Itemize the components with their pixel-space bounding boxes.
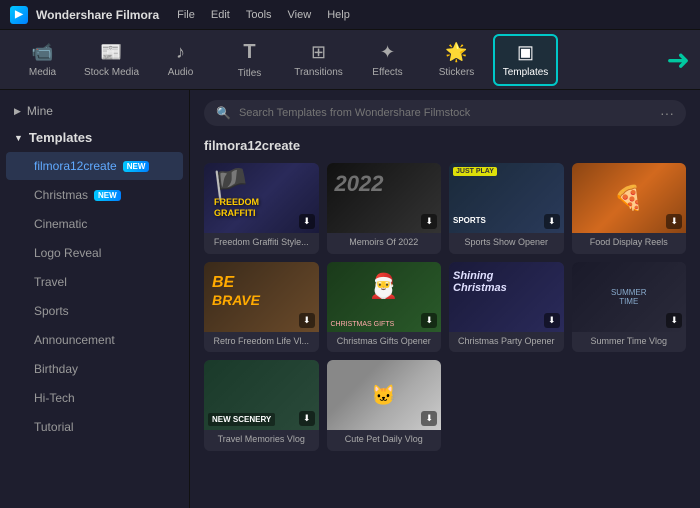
download-icon[interactable]: ⬇ (299, 313, 315, 328)
card-label-christmas-gifts: Christmas Gifts Opener (327, 332, 442, 353)
download-icon[interactable]: ⬇ (299, 411, 315, 426)
stock-media-icon: 📰 (100, 42, 122, 63)
sidebar-item-filmora12create[interactable]: filmora12create NEW (6, 152, 183, 180)
audio-icon: ♪ (176, 42, 185, 63)
tool-stickers[interactable]: 🌟 Stickers (424, 34, 489, 86)
sidebar-item-christmas[interactable]: Christmas NEW (6, 181, 183, 209)
template-card-retro[interactable]: BE BRAVE ⬇ Retro Freedom Life Vl... (204, 262, 319, 353)
download-icon[interactable]: ⬇ (421, 214, 437, 229)
badge-new-filmora12: NEW (123, 161, 150, 172)
transitions-icon: ⊞ (311, 42, 326, 63)
xmas-party-text: ShiningChristmas (453, 270, 507, 294)
sidebar-item-birthday[interactable]: Birthday (6, 355, 183, 383)
download-icon[interactable]: ⬇ (544, 214, 560, 229)
search-bar[interactable]: 🔍 ··· (204, 100, 686, 126)
sidebar-item-sports[interactable]: Sports (6, 297, 183, 325)
stickers-icon: 🌟 (445, 42, 467, 63)
menu-view[interactable]: View (288, 9, 312, 21)
download-icon[interactable]: ⬇ (544, 313, 560, 328)
card-label-food: Food Display Reels (572, 233, 687, 254)
just-play-badge: JUST PLAY (453, 167, 497, 176)
sidebar-item-hi-tech[interactable]: Hi-Tech (6, 384, 183, 412)
tool-templates[interactable]: ▣ Templates (493, 34, 558, 86)
template-card-christmas-gifts[interactable]: 🎅 CHRISTMAS GIFTS ⬇ Christmas Gifts Open… (327, 262, 442, 353)
summer-text: SUMMERTIME (611, 288, 647, 306)
template-card-freedom[interactable]: 🏴 FREEDOMGRAFFITI ⬇ Freedom Graffiti Sty… (204, 163, 319, 254)
template-grid: 🏴 FREEDOMGRAFFITI ⬇ Freedom Graffiti Sty… (204, 163, 686, 451)
card-label-christmas-party: Christmas Party Opener (449, 332, 564, 353)
content-area: 🔍 ··· filmora12create 🏴 FREEDOMGRAFFITI … (190, 90, 700, 508)
card-label-memoirs: Memoirs Of 2022 (327, 233, 442, 254)
titles-icon: T (243, 41, 255, 64)
section-title: filmora12create (204, 138, 686, 153)
tool-audio[interactable]: ♪ Audio (148, 34, 213, 86)
download-icon[interactable]: ⬇ (666, 313, 682, 328)
search-input[interactable] (239, 107, 652, 119)
template-card-christmas-party[interactable]: ShiningChristmas ⬇ Christmas Party Opene… (449, 262, 564, 353)
template-card-travel[interactable]: NEW SCENERY ⬇ Travel Memories Vlog (204, 360, 319, 451)
download-icon[interactable]: ⬇ (666, 214, 682, 229)
template-card-summer[interactable]: SUMMERTIME ⬇ Summer Time Vlog (572, 262, 687, 353)
download-icon[interactable]: ⬇ (421, 313, 437, 328)
card-label-sports: Sports Show Opener (449, 233, 564, 254)
sidebar: ▶ Mine ▼ Templates filmora12create NEW C… (0, 90, 190, 508)
memoirs-year-text: 2022 (335, 171, 384, 197)
menu-file[interactable]: File (177, 9, 195, 21)
toolbar: 📹 Media 📰 Stock Media ♪ Audio T Titles ⊞… (0, 30, 700, 90)
template-card-memoirs[interactable]: 2022 ⬇ Memoirs Of 2022 (327, 163, 442, 254)
card-label-travel: Travel Memories Vlog (204, 430, 319, 451)
tool-effects[interactable]: ✦ Effects (355, 34, 420, 86)
template-card-food[interactable]: 🍕 ⬇ Food Display Reels (572, 163, 687, 254)
sidebar-item-cinematic[interactable]: Cinematic (6, 210, 183, 238)
templates-icon: ▣ (517, 42, 534, 63)
titlebar: ▶ Wondershare Filmora File Edit Tools Vi… (0, 0, 700, 30)
card-label-retro: Retro Freedom Life Vl... (204, 332, 319, 353)
more-options-icon[interactable]: ··· (660, 105, 674, 121)
menu-help[interactable]: Help (327, 9, 350, 21)
chevron-down-icon: ▼ (14, 133, 23, 143)
effects-icon: ✦ (380, 42, 395, 63)
tool-stock-media[interactable]: 📰 Stock Media (79, 34, 144, 86)
download-icon[interactable]: ⬇ (299, 214, 315, 229)
template-card-pet[interactable]: 🐱 ⬇ Cute Pet Daily Vlog (327, 360, 442, 451)
arrow-indicator: ➜ (667, 43, 690, 76)
sidebar-item-announcement[interactable]: Announcement (6, 326, 183, 354)
tool-transitions[interactable]: ⊞ Transitions (286, 34, 351, 86)
sidebar-item-logo-reveal[interactable]: Logo Reveal (6, 239, 183, 267)
sidebar-item-tutorial[interactable]: Tutorial (6, 413, 183, 441)
travel-scenery-text: NEW SCENERY (208, 413, 275, 426)
chevron-right-icon: ▶ (14, 106, 21, 117)
card-label-pet: Cute Pet Daily Vlog (327, 430, 442, 451)
menu-bar: File Edit Tools View Help (177, 9, 350, 21)
sidebar-item-travel[interactable]: Travel (6, 268, 183, 296)
retro-brave-text: BE (212, 274, 234, 292)
card-label-summer: Summer Time Vlog (572, 332, 687, 353)
search-icon: 🔍 (216, 106, 231, 120)
badge-new-christmas: NEW (94, 190, 121, 201)
sidebar-item-mine[interactable]: ▶ Mine (0, 98, 189, 124)
app-logo: ▶ (10, 6, 28, 24)
tool-media[interactable]: 📹 Media (10, 34, 75, 86)
tool-titles[interactable]: T Titles (217, 34, 282, 86)
menu-edit[interactable]: Edit (211, 9, 230, 21)
xmas-star-icon: 🎅 (369, 272, 399, 301)
menu-tools[interactable]: Tools (246, 9, 272, 21)
card-label-freedom: Freedom Graffiti Style... (204, 233, 319, 254)
app-name: Wondershare Filmora (36, 8, 159, 22)
download-icon[interactable]: ⬇ (421, 411, 437, 426)
media-icon: 📹 (31, 42, 53, 63)
main-layout: ▶ Mine ▼ Templates filmora12create NEW C… (0, 90, 700, 508)
template-card-sports[interactable]: JUST PLAY SPORTS ⬇ Sports Show Opener (449, 163, 564, 254)
sidebar-group-templates[interactable]: ▼ Templates (0, 124, 189, 151)
